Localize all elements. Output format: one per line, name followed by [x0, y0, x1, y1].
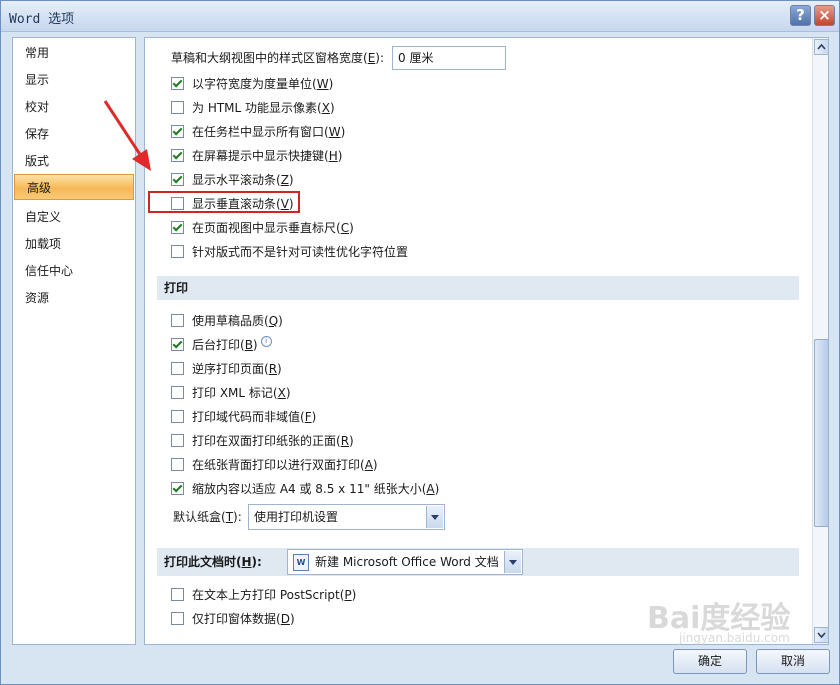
scroll-up-button[interactable] [814, 39, 828, 55]
sidebar-item-resources[interactable]: 资源 [13, 285, 135, 311]
help-button[interactable]: ? [790, 5, 811, 26]
checkbox[interactable] [171, 362, 184, 375]
sidebar-item-customize[interactable]: 自定义 [13, 204, 135, 230]
titlebar: Word 选项 ? × [1, 1, 839, 32]
checkbox[interactable] [171, 482, 184, 495]
option-html-pixels[interactable]: 为 HTML 功能显示像素(X) [171, 98, 335, 118]
word-document-icon: W [293, 554, 309, 571]
option-print-xml-tags[interactable]: 打印 XML 标记(X) [171, 383, 291, 403]
option-duplex-front[interactable]: 打印在双面打印纸张的正面(R) [171, 431, 354, 451]
option-form-data-only[interactable]: 仅打印窗体数据(D) [171, 609, 295, 629]
close-button[interactable]: × [814, 5, 835, 26]
chevron-down-icon [817, 632, 826, 639]
option-reverse-order[interactable]: 逆序打印页面(R) [171, 359, 282, 379]
sidebar-item-addins[interactable]: 加载项 [13, 231, 135, 257]
option-draft-quality[interactable]: 使用草稿品质(Q) [171, 311, 283, 331]
red-arrow-annotation [103, 100, 151, 171]
sidebar-item-display[interactable]: 显示 [13, 67, 135, 93]
sidebar-item-trust-center[interactable]: 信任中心 [13, 258, 135, 284]
checkbox[interactable] [171, 434, 184, 447]
chevron-down-icon[interactable] [426, 506, 443, 528]
scroll-down-button[interactable] [814, 627, 828, 643]
checkbox[interactable] [171, 314, 184, 327]
cancel-button[interactable]: 取消 [756, 649, 830, 674]
option-scale-paper[interactable]: 缩放内容以适应 A4 或 8.5 x 11" 纸张大小(A) [171, 479, 439, 499]
ok-button[interactable]: 确定 [673, 649, 747, 674]
option-taskbar-windows[interactable]: 在任务栏中显示所有窗口(W) [171, 122, 345, 142]
option-horizontal-scrollbar[interactable]: 显示水平滚动条(Z) [171, 170, 294, 190]
style-area-width-input[interactable]: 0 厘米 [392, 46, 506, 70]
window-title: Word 选项 [9, 12, 75, 27]
checkbox[interactable] [171, 458, 184, 471]
checkbox[interactable] [171, 338, 184, 351]
default-tray-select[interactable]: 使用打印机设置 [248, 504, 445, 530]
advanced-options-panel: 草稿和大纲视图中的样式区窗格宽度(E): 0 厘米 以字符宽度为度量单位(W) … [144, 37, 829, 645]
checkbox[interactable] [171, 612, 184, 625]
option-optimize-char-position[interactable]: 针对版式而不是针对可读性优化字符位置 [171, 242, 408, 262]
default-tray-label: 默认纸盒(T): [173, 510, 242, 524]
checkbox[interactable] [171, 77, 184, 90]
info-icon: i [260, 336, 272, 347]
vertical-scrollbar[interactable] [812, 38, 828, 644]
option-postscript-over-text[interactable]: 在文本上方打印 PostScript(P) [171, 585, 356, 605]
checkbox[interactable] [171, 410, 184, 423]
option-shortcut-keys-tips[interactable]: 在屏幕提示中显示快捷键(H) [171, 146, 342, 166]
option-background-print[interactable]: 后台打印(B) i [171, 335, 272, 355]
checkbox[interactable] [171, 245, 184, 258]
scrollbar-thumb[interactable] [814, 339, 828, 527]
sidebar-item-advanced[interactable]: 高级 [14, 174, 134, 200]
highlight-box-annotation [148, 191, 300, 213]
checkbox[interactable] [171, 221, 184, 234]
option-field-codes[interactable]: 打印域代码而非域值(F) [171, 407, 316, 427]
print-doc-select[interactable]: W 新建 Microsoft Office Word 文档 [287, 549, 523, 575]
option-vertical-ruler[interactable]: 在页面视图中显示垂直标尺(C) [171, 218, 354, 238]
chevron-up-icon [817, 43, 826, 50]
checkbox[interactable] [171, 125, 184, 138]
checkbox[interactable] [171, 386, 184, 399]
baidu-watermark-url: jingyan.baidu.com [679, 631, 790, 645]
checkbox[interactable] [171, 101, 184, 114]
checkbox[interactable] [171, 149, 184, 162]
style-area-width-label: 草稿和大纲视图中的样式区窗格宽度(E): [171, 51, 385, 65]
chevron-down-icon[interactable] [504, 551, 521, 573]
section-header-print: 打印 [157, 276, 799, 300]
sidebar-item-popular[interactable]: 常用 [13, 40, 135, 66]
option-duplex-back[interactable]: 在纸张背面打印以进行双面打印(A) [171, 455, 378, 475]
word-options-dialog: Word 选项 ? × 常用 显示 校对 保存 版式 高级 自定义 加载项 信任… [0, 0, 840, 685]
option-char-width-units[interactable]: 以字符宽度为度量单位(W) [171, 74, 333, 94]
checkbox[interactable] [171, 173, 184, 186]
checkbox[interactable] [171, 588, 184, 601]
